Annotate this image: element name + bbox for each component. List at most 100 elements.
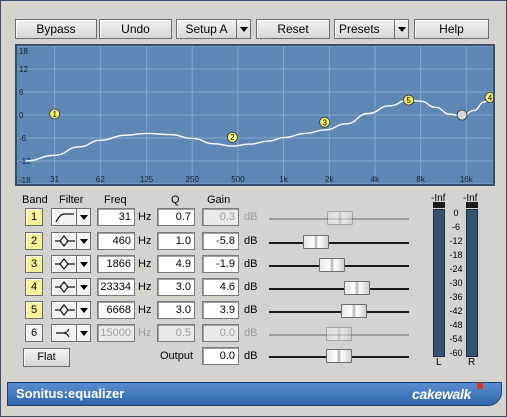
gain-field[interactable]: -5.8: [202, 232, 239, 250]
freq-field[interactable]: 1866: [97, 255, 135, 273]
freq-unit: Hz: [138, 258, 152, 270]
meter-scale-label: -12: [449, 236, 463, 246]
chevron-down-icon: [76, 209, 90, 225]
filter-type-dropdown[interactable]: [51, 255, 91, 273]
filter-shape: [54, 210, 76, 227]
q-field[interactable]: 0.5: [157, 324, 195, 342]
graph-x-tick-label: 31: [50, 175, 59, 184]
freq-field[interactable]: 15000: [97, 324, 135, 342]
chevron-down-icon: [394, 20, 408, 38]
gain-unit: dB: [244, 211, 258, 223]
undo-button[interactable]: Undo: [99, 19, 172, 39]
chevron-down-icon: [76, 256, 90, 272]
graph-x-tick-label: 62: [96, 175, 105, 184]
freq-field[interactable]: 6668: [97, 301, 135, 319]
band-enable-button[interactable]: 5: [25, 301, 43, 319]
graph-x-tick-label: 250: [186, 175, 200, 184]
gain-unit: dB: [244, 327, 258, 339]
eq-graph-canvas[interactable]: 181260-6-12-18 31 62 125 250 500 1k 2k 4k 8k 16k12…: [17, 46, 493, 184]
graph-x-tick-label: 1k: [279, 175, 288, 184]
band-enable-button[interactable]: 4: [25, 278, 43, 296]
chevron-down-icon: [76, 302, 90, 318]
meter-scale-label: -30: [449, 278, 463, 288]
help-button[interactable]: Help: [414, 19, 489, 39]
output-unit: dB: [244, 350, 258, 362]
gain-slider-thumb[interactable]: [326, 327, 352, 341]
q-field[interactable]: 0.7: [157, 208, 195, 226]
band-enable-button[interactable]: 2: [25, 232, 43, 250]
chevron-down-icon: [76, 233, 90, 249]
freq-field[interactable]: 23334: [97, 278, 135, 296]
meter-scale-label: -42: [449, 306, 463, 316]
q-field[interactable]: 1.0: [157, 232, 195, 250]
graph-y-tick-label: -18: [19, 176, 31, 184]
filter-type-dropdown[interactable]: [51, 301, 91, 319]
q-field[interactable]: 3.0: [157, 278, 195, 296]
low-pass-icon: [56, 328, 70, 338]
meter-scale-label: -18: [449, 250, 463, 260]
freq-header: Freq: [104, 194, 127, 206]
gain-header: Gain: [207, 194, 231, 206]
gain-field[interactable]: 0.0: [202, 324, 239, 342]
band-node-label: 5: [406, 96, 411, 105]
band-node-label: 3: [322, 118, 327, 127]
gain-field[interactable]: 4.6: [202, 278, 239, 296]
q-field[interactable]: 4.9: [157, 255, 195, 273]
filter-header: Filter: [59, 194, 84, 206]
flat-button[interactable]: Flat: [23, 348, 70, 367]
gain-slider-thumb[interactable]: [343, 281, 370, 295]
band-enable-button[interactable]: 6: [25, 324, 43, 342]
meter-scale-label: -36: [449, 292, 463, 302]
eq-response-graph[interactable]: 18 12 6 0 -6 -12 -18 31 62 125 250 500 1k 2k 4k 8k 16k 1 2…: [15, 44, 495, 186]
gain-slider-track[interactable]: [269, 242, 409, 244]
output-label: Output: [160, 350, 194, 362]
band-enable-button[interactable]: 1: [25, 208, 43, 226]
band-enable-button[interactable]: 3: [25, 255, 43, 273]
chevron-down-icon: [76, 325, 90, 341]
gain-unit: dB: [244, 258, 258, 270]
band-node-handle[interactable]: [456, 109, 468, 121]
filter-type-dropdown[interactable]: [51, 232, 91, 250]
bypass-button[interactable]: Bypass: [15, 19, 97, 39]
setup-dropdown[interactable]: Setup A: [176, 19, 251, 39]
freq-unit: Hz: [138, 327, 152, 339]
meter-scale-label: -6: [451, 222, 460, 232]
filter-shape: [54, 280, 76, 297]
freq-unit: Hz: [138, 304, 152, 316]
q-field[interactable]: 3.0: [157, 301, 195, 319]
graph-y-tick-label: -6: [19, 134, 27, 143]
gain-slider-track[interactable]: [269, 288, 409, 290]
graph-x-tick-label: 125: [140, 175, 154, 184]
gain-field[interactable]: 3.9: [202, 301, 239, 319]
freq-unit: Hz: [138, 281, 152, 293]
freq-field[interactable]: 31: [97, 208, 135, 226]
peak-icon: [55, 281, 75, 293]
filter-type-dropdown[interactable]: [51, 324, 91, 342]
gain-slider-track[interactable]: [269, 311, 409, 313]
filter-type-dropdown[interactable]: [51, 208, 91, 226]
output-slider-thumb[interactable]: [326, 349, 352, 363]
peak-icon: [55, 258, 75, 270]
gain-slider-thumb[interactable]: [303, 235, 330, 249]
output-gain-field[interactable]: 0.0: [202, 347, 239, 365]
gain-slider-thumb[interactable]: [341, 304, 368, 318]
band-node-label: 2: [230, 133, 235, 142]
peak-icon: [55, 235, 75, 247]
freq-field[interactable]: 460: [97, 232, 135, 250]
graph-x-tick-label: 2k: [325, 175, 334, 184]
meter-scale-label: 0: [453, 208, 459, 218]
chevron-down-icon: [236, 20, 250, 38]
setup-label: Setup A: [185, 22, 228, 36]
gain-slider-thumb[interactable]: [318, 258, 345, 272]
gain-field[interactable]: 0.3: [202, 208, 239, 226]
gain-field[interactable]: -1.9: [202, 255, 239, 273]
graph-x-tick-label: 500: [231, 175, 245, 184]
reset-button[interactable]: Reset: [256, 19, 330, 39]
eq-response-curve: [25, 96, 492, 162]
filter-shape: [54, 257, 76, 274]
gain-slider-thumb[interactable]: [327, 211, 354, 225]
graph-x-tick-label: 16k: [460, 175, 474, 184]
presets-dropdown[interactable]: Presets: [334, 19, 409, 39]
left-channel-label: L: [436, 357, 442, 368]
filter-type-dropdown[interactable]: [51, 278, 91, 296]
